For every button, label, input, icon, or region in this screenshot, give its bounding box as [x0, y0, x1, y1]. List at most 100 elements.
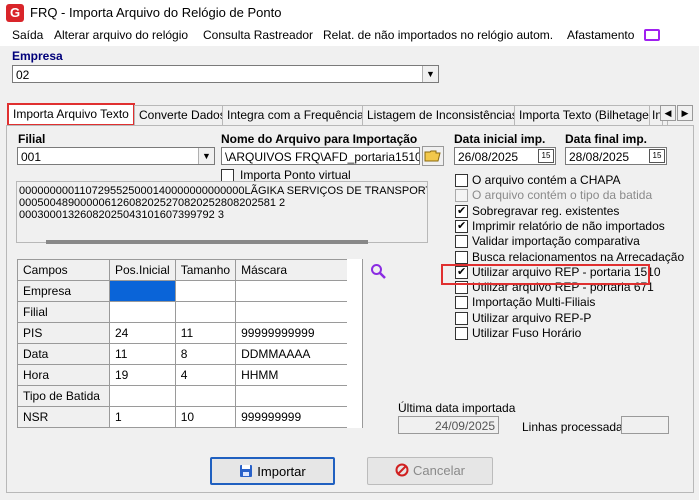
menu-relat-nao-importados[interactable]: Relat. de não importados no relógio auto… [323, 28, 553, 42]
filial-label: Filial [18, 132, 46, 146]
arquivo-input[interactable]: \ARQUIVOS FRQ\AFD_portaria1510.txt [221, 147, 420, 165]
grid-cell: NSR [17, 406, 110, 428]
grid-cell[interactable] [109, 301, 176, 323]
grid-cell[interactable] [235, 385, 353, 407]
table-row[interactable]: Tipo de Batida [17, 385, 353, 407]
option-label: Validar importação comparativa [472, 234, 640, 248]
file-preview-memo[interactable]: 0000000001107295525000140000000000000LÃG… [16, 181, 428, 243]
table-row[interactable]: Filial [17, 301, 353, 323]
option-checkbox[interactable] [455, 327, 468, 340]
table-row[interactable]: Hora 19 4 HHMM [17, 364, 353, 386]
data-final-input[interactable]: 28/08/2025 15 [565, 147, 667, 165]
menu-saida[interactable]: Saída [12, 28, 43, 42]
grid-cell[interactable]: 19 [109, 364, 176, 386]
option-checkbox[interactable] [455, 251, 468, 264]
grid-cell[interactable]: 1 [109, 406, 176, 428]
empresa-select[interactable]: 02 ▼ [12, 65, 439, 83]
search-icon[interactable] [370, 263, 386, 279]
grid-cell[interactable]: 11 [109, 343, 176, 365]
table-row[interactable]: Empresa [17, 280, 353, 302]
table-row[interactable]: Data 11 8 DDMMAAAA [17, 343, 353, 365]
tab-listagem-inconsistencias[interactable]: Listagem de Inconsistências [362, 105, 523, 125]
grid-cell[interactable] [109, 385, 176, 407]
menu-consulta-rastreador[interactable]: Consulta Rastreador [203, 28, 313, 42]
ultima-data-value: 24/09/2025 [398, 416, 499, 434]
option-label: Imprimir relatório de não importados [472, 219, 665, 233]
option-label: O arquivo contém o tipo da batida [472, 188, 653, 202]
menu-afastamento[interactable]: Afastamento [567, 28, 634, 42]
app-logo-icon: G [6, 4, 24, 22]
grid-cell[interactable] [174, 280, 237, 302]
campos-grid[interactable]: Campos Pos.Inicial Tamanho Máscara Empre… [17, 259, 353, 428]
floppy-disk-icon [240, 465, 253, 477]
option-checkbox[interactable] [455, 312, 468, 325]
calendar-icon[interactable]: 15 [649, 149, 665, 163]
grid-header-row: Campos Pos.Inicial Tamanho Máscara [17, 259, 353, 281]
tab-importa-arquivo-texto[interactable]: Importa Arquivo Texto [7, 103, 135, 126]
grid-cell[interactable]: HHMM [235, 364, 353, 386]
option-checkbox[interactable] [455, 204, 468, 218]
cancelar-button[interactable]: Cancelar [367, 457, 493, 485]
empresa-value: 02 [16, 68, 30, 82]
chevron-down-icon[interactable]: ▼ [198, 148, 214, 164]
grid-cell: PIS [17, 322, 110, 344]
grid-cell[interactable] [109, 280, 176, 302]
table-row[interactable]: PIS 24 11 99999999999 [17, 322, 353, 344]
calendar-icon[interactable]: 15 [538, 149, 554, 163]
grid-cell[interactable]: 10 [174, 406, 237, 428]
grid-cell[interactable] [235, 301, 353, 323]
preview-horizontal-scrollbar[interactable] [46, 240, 368, 244]
option-checkbox[interactable] [455, 174, 468, 187]
table-row[interactable]: NSR 1 10 999999999 [17, 406, 353, 428]
grid-cell[interactable]: 4 [174, 364, 237, 386]
grid-cell[interactable]: 24 [109, 322, 176, 344]
grid-cell[interactable] [235, 280, 353, 302]
tab-scroll-right-icon[interactable]: ▶ [677, 105, 693, 121]
grid-cell[interactable] [174, 385, 237, 407]
data-final-value: 28/08/2025 [569, 150, 630, 164]
option-checkbox[interactable] [455, 235, 468, 248]
cancel-icon [395, 463, 409, 477]
option-checkbox[interactable] [455, 219, 468, 233]
tab-importa-texto-bilhetagem[interactable]: Importa Texto (Bilhetagem) [514, 105, 668, 125]
filial-value: 001 [21, 150, 42, 164]
chevron-down-icon[interactable]: ▼ [422, 66, 438, 82]
option-label: Busca relacionamentos na Arrecadação [472, 250, 685, 264]
data-inicial-input[interactable]: 26/08/2025 15 [454, 147, 556, 165]
folder-icon [424, 150, 441, 162]
grid-cell[interactable]: 8 [174, 343, 237, 365]
title-bar: G FRQ - Importa Arquivo do Relógio de Po… [0, 0, 699, 26]
data-inicial-label: Data inicial imp. [454, 132, 546, 146]
grid-cell: Hora [17, 364, 110, 386]
linhas-processadas-value [621, 416, 669, 434]
tab-integra-frequencia[interactable]: Integra com a Frequência [222, 105, 369, 125]
data-final-label: Data final imp. [565, 132, 648, 146]
grid-cell[interactable]: 999999999 [235, 406, 353, 428]
grid-cell[interactable]: DDMMAAAA [235, 343, 353, 365]
grid-cell: Data [17, 343, 110, 365]
importar-button[interactable]: Importar [210, 457, 335, 485]
window-title: FRQ - Importa Arquivo do Relógio de Pont… [30, 5, 282, 20]
grid-cell[interactable] [174, 301, 237, 323]
grid-cell: Empresa [17, 280, 110, 302]
ultima-data-label: Última data importada [398, 401, 516, 415]
tab-scroll-buttons: ◀ ▶ [660, 105, 694, 121]
filial-select[interactable]: 001 ▼ [17, 147, 215, 165]
grid-cell[interactable]: 99999999999 [235, 322, 353, 344]
grid-cell[interactable]: 11 [174, 322, 237, 344]
option-label: O arquivo contém a CHAPA [472, 173, 621, 187]
option-checkbox[interactable] [455, 296, 468, 309]
menu-alterar-arquivo[interactable]: Alterar arquivo do relógio [54, 28, 188, 42]
grid-header: Pos.Inicial [109, 259, 176, 281]
menu-bar: Saída Alterar arquivo do relógio Consult… [0, 26, 699, 46]
option-checkbox [455, 189, 468, 202]
tab-scroll-left-icon[interactable]: ◀ [660, 105, 676, 121]
grid-cell: Filial [17, 301, 110, 323]
tab-converte-dados[interactable]: Converte Dados [134, 105, 231, 125]
grid-header: Tamanho [174, 259, 237, 281]
open-folder-button[interactable] [422, 146, 444, 166]
grid-vertical-scrollbar[interactable] [347, 259, 363, 428]
option-label: Sobregravar reg. existentes [472, 204, 620, 218]
highlight-rep-1510 [441, 264, 650, 285]
monitor-icon[interactable] [644, 29, 660, 41]
